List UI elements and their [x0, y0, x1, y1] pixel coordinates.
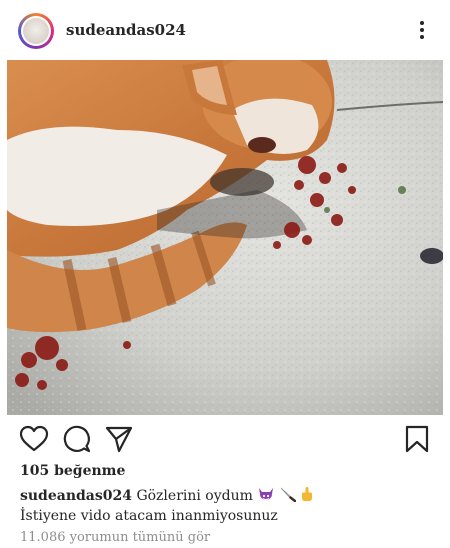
imp-emoji-icon — [257, 486, 275, 506]
caption-username[interactable]: sudeandas024 — [20, 488, 132, 504]
username-link[interactable]: sudeandas024 — [66, 21, 186, 39]
comment-icon[interactable] — [62, 424, 92, 454]
more-options-icon[interactable] — [412, 18, 432, 42]
avatar[interactable] — [18, 13, 54, 49]
knife-emoji-icon — [280, 486, 297, 506]
caption: sudeandas024 Gözlerini oydum — [20, 486, 314, 506]
bookmark-icon[interactable] — [402, 424, 432, 454]
caption-text: Gözlerini oydum — [136, 488, 253, 504]
heart-icon[interactable] — [19, 424, 49, 454]
likes-count[interactable]: 105 beğenme — [20, 463, 125, 479]
paper-plane-icon[interactable] — [104, 424, 134, 454]
post-header: sudeandas024 — [0, 0, 450, 60]
post-actions — [0, 418, 450, 460]
view-all-comments-link[interactable]: 11.086 yorumun tümünü gör — [20, 530, 210, 545]
caption-line-2: İstiyene vido atacam inanmiyosunuz — [20, 508, 278, 524]
post-image[interactable] — [7, 60, 443, 415]
middle-finger-emoji-icon — [300, 486, 314, 506]
cat-photo — [7, 60, 443, 415]
